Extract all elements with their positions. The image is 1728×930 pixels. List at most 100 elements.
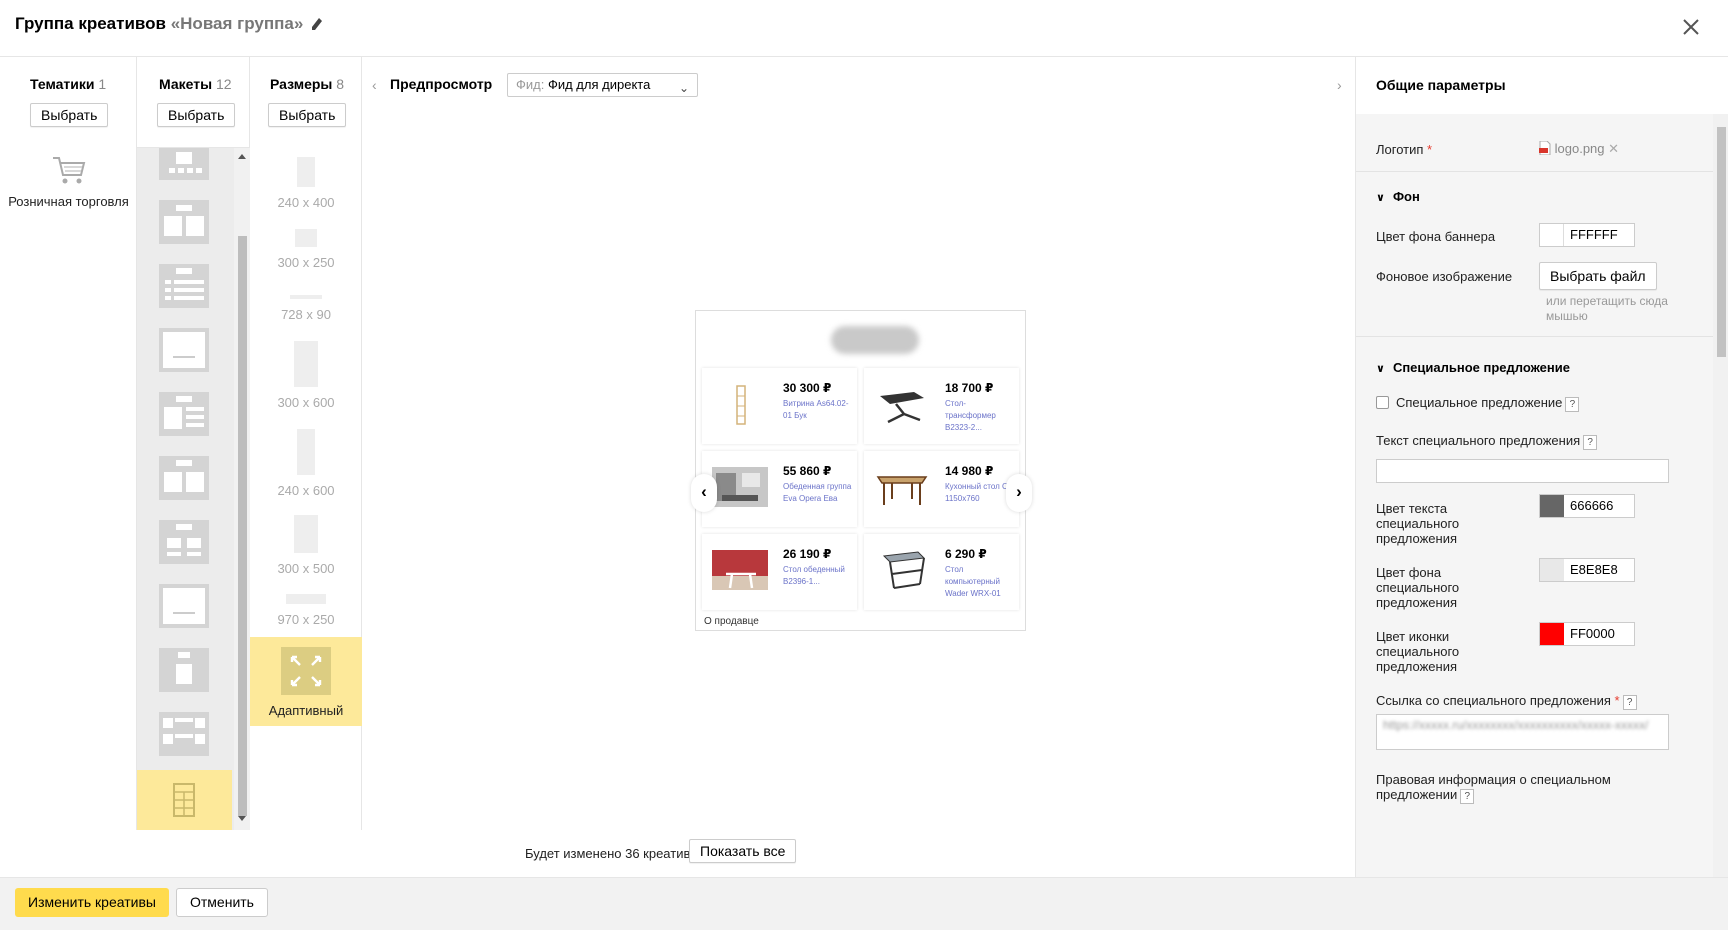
color-swatch[interactable]	[1540, 495, 1564, 517]
dialog-title: Группа креативов «Новая группа»	[15, 14, 323, 34]
layout-tile[interactable]	[159, 648, 209, 692]
preview-title: Предпросмотр	[390, 76, 493, 92]
help-icon[interactable]: ?	[1622, 695, 1637, 710]
show-all-button[interactable]: Показать все	[689, 839, 797, 863]
expand-arrows-icon	[281, 647, 331, 695]
chevron-down-icon: ∨	[1376, 192, 1385, 204]
special-icon-color-input[interactable]: FF0000	[1539, 622, 1635, 646]
size-item[interactable]: 300 x 600	[250, 341, 362, 410]
adaptive-label: Адаптивный	[268, 703, 344, 718]
help-icon[interactable]: ?	[1460, 789, 1475, 804]
special-bg-color-label: Цвет фона специального предложения	[1376, 565, 1460, 610]
special-text-color-input[interactable]: 666666	[1539, 494, 1635, 518]
bg-color-input[interactable]: FFFFFF	[1539, 223, 1635, 247]
layout-tile[interactable]	[159, 200, 209, 244]
layouts-scrollbar-thumb[interactable]	[238, 236, 247, 816]
special-offer-checkbox-label: Специальное предложение?	[1396, 395, 1580, 412]
layouts-select-button[interactable]: Выбрать	[157, 103, 236, 127]
choose-file-button[interactable]: Выбрать файл	[1539, 262, 1657, 290]
special-text-input[interactable]	[1376, 459, 1669, 483]
layout-tile[interactable]	[159, 712, 209, 756]
feed-select-value: Фид для директа	[547, 77, 651, 92]
feed-select[interactable]: Фид: Фид для директа ⌄	[507, 73, 698, 97]
dialog-header: Группа креативов «Новая группа»	[0, 0, 1728, 57]
size-item[interactable]: 728 x 90	[250, 295, 362, 322]
chevron-down-icon: ⌄	[678, 81, 689, 95]
settings-panel: Общие параметры Логотип * logo.png ✕ ∨ Фо…	[1355, 57, 1728, 877]
legal-info-label: Правовая информация о специальном предло…	[1376, 772, 1611, 804]
themes-select-button[interactable]: Выбрать	[30, 103, 109, 127]
special-section-header[interactable]: ∨ Специальное предложение	[1376, 360, 1570, 375]
color-swatch[interactable]	[1540, 559, 1564, 581]
size-item-adaptive[interactable]: Адаптивный	[250, 637, 362, 726]
size-item[interactable]: 970 x 250	[250, 594, 362, 627]
help-icon[interactable]: ?	[1583, 435, 1598, 450]
scroll-up-arrow-icon[interactable]	[238, 154, 246, 159]
seller-link[interactable]: О продавце	[704, 616, 759, 627]
adaptive-layout-icon	[173, 783, 195, 817]
layout-tile-selected[interactable]	[137, 770, 232, 830]
special-link-input[interactable]: https://xxxxx.ru/xxxxxxxx/xxxxxxxxxx/xxx…	[1376, 714, 1669, 750]
color-swatch[interactable]	[1540, 224, 1564, 246]
size-item[interactable]: 300 x 500	[250, 515, 362, 576]
help-icon[interactable]: ?	[1565, 397, 1580, 412]
product-card[interactable]: 55 860 ₽ Обеденная группа Eva Opera Ева	[702, 451, 857, 527]
layout-tile[interactable]	[159, 148, 209, 180]
product-card[interactable]: 14 980 ₽ Кухонный стол СТ 1150x760	[864, 451, 1019, 527]
special-text-label: Текст специального предложения?	[1376, 433, 1598, 450]
cancel-button[interactable]: Отменить	[176, 888, 268, 917]
layout-tile[interactable]	[159, 456, 209, 500]
bg-image-label: Фоновое изображение	[1376, 269, 1513, 284]
size-item[interactable]: 240 x 400	[250, 157, 362, 210]
layouts-list	[137, 147, 250, 830]
png-file-icon	[1539, 140, 1551, 156]
layout-tile[interactable]	[159, 264, 209, 308]
creative-group-dialog: Группа креативов «Новая группа» Тематики…	[0, 0, 1728, 930]
chevron-down-icon: ∨	[1376, 363, 1385, 375]
group-name[interactable]: «Новая группа»	[171, 14, 304, 33]
sizes-select-button[interactable]: Выбрать	[268, 103, 347, 127]
product-card[interactable]: 18 700 ₽ Стол-трансформер B2323-2...	[864, 368, 1019, 444]
theme-item-retail[interactable]: Розничная торговля	[0, 155, 137, 209]
product-image	[712, 550, 768, 590]
color-swatch[interactable]	[1540, 623, 1564, 645]
preview-area: ‹ Предпросмотр Фид: Фид для директа ⌄ › …	[362, 57, 1355, 830]
panel-title: Общие параметры	[1376, 77, 1506, 93]
layout-tile[interactable]	[159, 328, 209, 372]
carousel-next-button[interactable]: ›	[1006, 474, 1032, 512]
product-image	[736, 385, 746, 425]
size-item[interactable]: 240 x 600	[250, 429, 362, 498]
special-text-color-label: Цвет текста специального предложения	[1376, 501, 1460, 546]
close-icon[interactable]	[1680, 16, 1702, 38]
logo-label: Логотип *	[1376, 142, 1433, 157]
pencil-icon[interactable]	[312, 18, 323, 30]
layout-tile[interactable]	[159, 584, 209, 628]
layouts-header: Макеты 12	[159, 76, 232, 92]
layout-tile[interactable]	[159, 520, 209, 564]
product-card[interactable]: 26 190 ₽ Стол обеденный B2396-1...	[702, 534, 857, 610]
banner-preview: 30 300 ₽ Витрина As64.02-01 Бук 18 700 ₽…	[691, 310, 1032, 631]
bg-section-header[interactable]: ∨ Фон	[1376, 189, 1420, 204]
scroll-down-arrow-icon[interactable]	[238, 816, 246, 821]
chevron-right-icon[interactable]: ›	[1337, 77, 1342, 93]
chevron-left-icon[interactable]: ‹	[372, 77, 377, 93]
product-image	[882, 551, 926, 589]
special-link-label: Ссылка со специального предложения *?	[1376, 693, 1637, 710]
product-image	[876, 476, 928, 505]
carousel-prev-button[interactable]: ‹	[691, 474, 717, 512]
theme-item-label: Розничная торговля	[8, 194, 129, 209]
special-bg-color-input[interactable]: E8E8E8	[1539, 558, 1635, 582]
size-item[interactable]: 300 x 250	[250, 229, 362, 270]
product-card[interactable]: 30 300 ₽ Витрина As64.02-01 Бук	[702, 368, 857, 444]
layout-tile[interactable]	[159, 392, 209, 436]
special-offer-checkbox[interactable]	[1376, 396, 1389, 409]
apply-creatives-button[interactable]: Изменить креативы	[15, 888, 169, 917]
action-bar: Изменить креативы Отменить	[0, 877, 1728, 930]
sizes-column: Размеры 8 Выбрать 240 x 400 300 x 250 72…	[250, 57, 362, 830]
product-image	[712, 467, 768, 507]
changes-count-text: Будет изменено 36 креативов	[525, 846, 705, 861]
panel-scrollbar-thumb[interactable]	[1717, 127, 1726, 357]
layouts-column: Макеты 12 Выбрать	[137, 57, 250, 830]
product-card[interactable]: 6 290 ₽ Стол компьютерный Wader WRX-01	[864, 534, 1019, 610]
remove-logo-icon[interactable]: ✕	[1608, 141, 1619, 156]
